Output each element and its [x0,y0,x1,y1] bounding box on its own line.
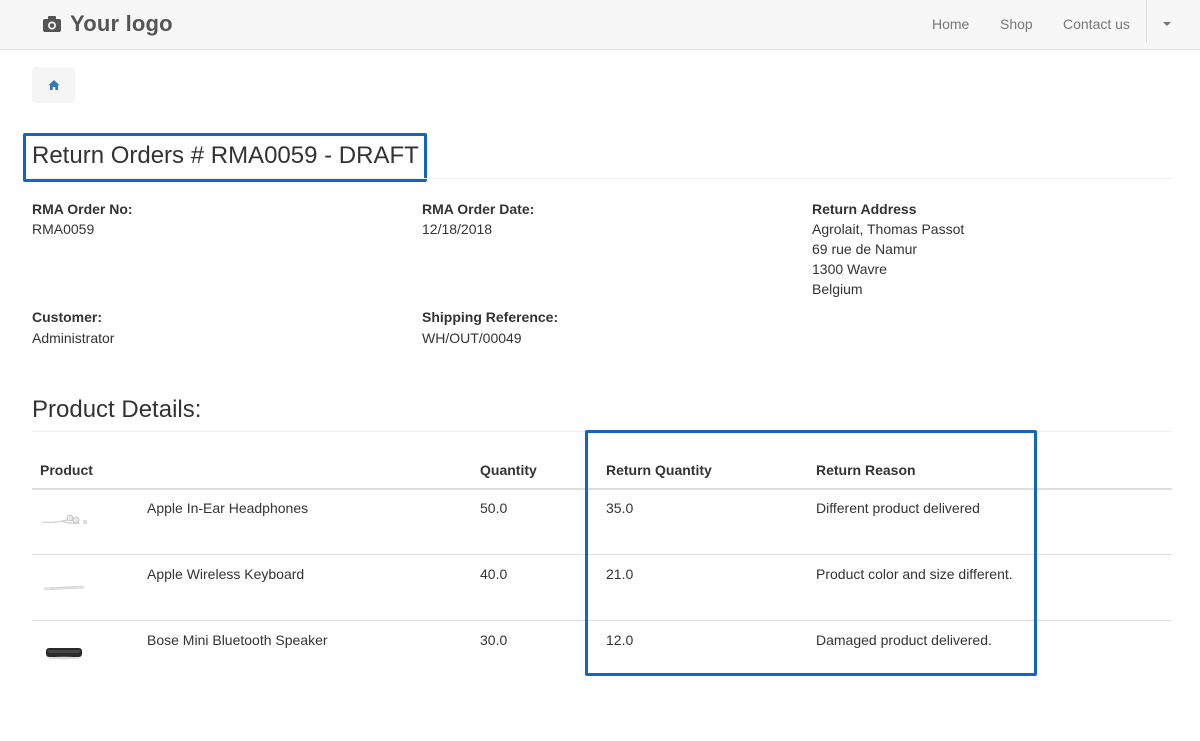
return-address-line: 69 rue de Namur [812,241,918,257]
customer: Customer: Administrator [32,307,114,348]
rma-order-no-label: RMA Order No: [32,201,133,217]
logo[interactable]: Your logo [42,10,173,38]
customer-label: Customer: [32,309,103,325]
column-header-quantity: Quantity [480,462,537,478]
logo-text: Your logo [70,11,173,36]
earphones-image [41,514,87,524]
rma-order-date-value: 12/18/2018 [422,221,493,237]
shipping-reference-value: WH/OUT/00049 [422,330,522,346]
product-details-title: Product Details: [32,396,202,423]
return-columns-highlight-box [585,430,1037,676]
camera-icon [43,16,61,32]
return-address-line: Belgium [812,281,863,297]
return-address: Return Address Agrolait, Thomas Passot 6… [812,199,964,299]
navbar: Your logo Home Shop Contact us [0,0,1200,50]
nav-divider [1146,0,1147,43]
rma-order-date: RMA Order Date: 12/18/2018 [422,199,534,239]
return-address-line: Agrolait, Thomas Passot [812,221,965,237]
speaker-image [46,648,82,660]
title-highlight-box [23,133,427,182]
rma-order-date-label: RMA Order Date: [422,201,535,217]
home-icon [48,80,59,90]
product-name: Apple Wireless Keyboard [147,566,305,582]
nav-link-home[interactable]: Home [932,16,969,32]
return-address-line: 1300 Wavre [812,261,887,277]
shipping-reference-label: Shipping Reference: [422,309,559,325]
nav-link-shop[interactable]: Shop [1000,16,1033,32]
product-quantity: 30.0 [480,632,508,648]
caret-down-icon[interactable] [1163,22,1171,26]
return-address-label: Return Address [812,201,917,217]
customer-value: Administrator [32,330,115,346]
rma-order-no-value: RMA0059 [32,221,95,237]
product-quantity: 50.0 [480,500,508,516]
product-quantity: 40.0 [480,566,508,582]
nav-link-contact[interactable]: Contact us [1063,16,1130,32]
breadcrumb-home[interactable] [32,67,75,103]
title-divider [32,178,1172,179]
shipping-reference: Shipping Reference: WH/OUT/00049 [422,307,558,348]
product-name: Apple In-Ear Headphones [147,500,309,516]
product-name: Bose Mini Bluetooth Speaker [147,632,328,648]
column-header-product: Product [40,462,93,478]
rma-order-no: RMA Order No: RMA0059 [32,199,133,239]
keyboard-image [43,585,85,591]
